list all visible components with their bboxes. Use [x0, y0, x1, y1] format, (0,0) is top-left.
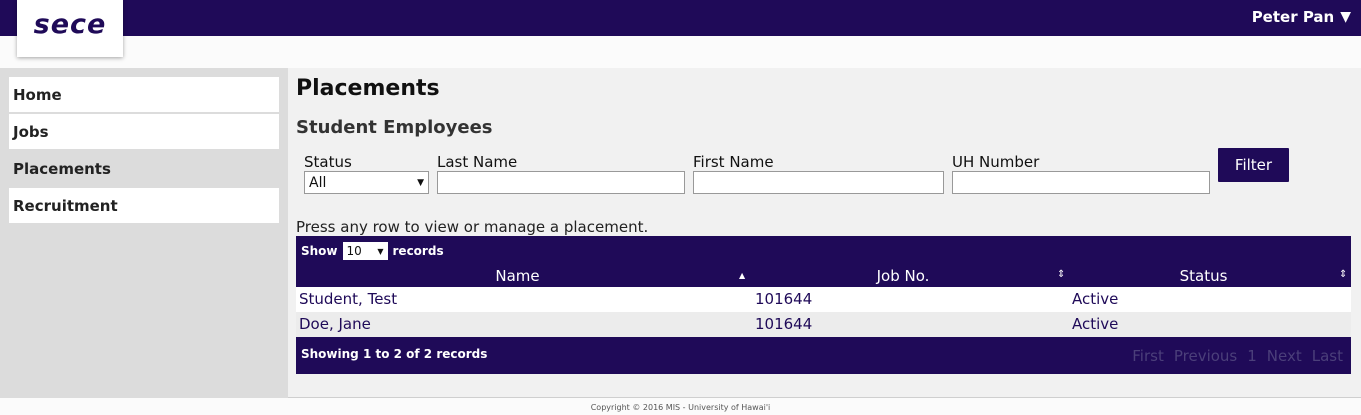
- section-title: Student Employees: [296, 117, 493, 138]
- sort-both-icon[interactable]: ⇕: [1057, 269, 1065, 280]
- top-bar: Peter Pan ▼: [0, 0, 1361, 36]
- sidebar-item-home[interactable]: Home: [9, 77, 279, 112]
- pager-previous[interactable]: Previous: [1174, 347, 1237, 365]
- chevron-down-icon: ▼: [1340, 9, 1351, 25]
- column-header-name[interactable]: Name: [296, 267, 739, 287]
- chevron-down-icon: ▼: [377, 246, 384, 256]
- logo[interactable]: sece: [17, 0, 123, 57]
- pagination: First Previous 1 Next Last: [1132, 347, 1343, 365]
- sidebar: Home Jobs Placements Recruitment: [0, 68, 288, 398]
- content-area: Home Jobs Placements Recruitment Placeme…: [0, 68, 1361, 398]
- logo-text: sece: [33, 9, 107, 40]
- sidebar-item-label: Recruitment: [13, 196, 118, 215]
- table-row[interactable]: Doe, Jane 101644 Active: [296, 312, 1351, 337]
- sort-both-icon[interactable]: ⇕: [1339, 269, 1347, 280]
- cell-name: Student, Test: [299, 290, 398, 308]
- page-length-control: Show 10 ▼ records: [301, 242, 444, 260]
- first-name-input[interactable]: [693, 171, 944, 194]
- uh-number-label: UH Number: [952, 153, 1040, 171]
- table-hint: Press any row to view or manage a placem…: [296, 218, 649, 236]
- last-name-input[interactable]: [437, 171, 685, 194]
- page-length-value: 10: [346, 244, 362, 258]
- sort-ascending-icon[interactable]: ▲: [739, 271, 745, 280]
- user-menu[interactable]: Peter Pan ▼: [1252, 8, 1351, 26]
- cell-job-no: 101644: [755, 290, 813, 308]
- column-header-job-no[interactable]: Job No.: [747, 267, 1059, 287]
- filter-button[interactable]: Filter: [1218, 148, 1289, 182]
- pager-page[interactable]: 1: [1247, 347, 1257, 365]
- column-header-status[interactable]: Status: [1066, 267, 1341, 287]
- show-label: Show: [301, 244, 338, 258]
- last-name-label: Last Name: [437, 153, 518, 171]
- table-footer: Showing 1 to 2 of 2 records First Previo…: [296, 337, 1351, 374]
- cell-status: Active: [1072, 315, 1119, 333]
- chevron-down-icon: ▼: [417, 177, 424, 188]
- page-length-select[interactable]: 10 ▼: [342, 242, 388, 260]
- sidebar-item-label: Placements: [13, 159, 111, 178]
- placements-table: Show 10 ▼ records Name ▲ Job No. ⇕ Statu…: [296, 236, 1351, 374]
- pager-first[interactable]: First: [1132, 347, 1164, 365]
- user-name: Peter Pan: [1251, 8, 1335, 26]
- cell-name: Doe, Jane: [299, 315, 371, 333]
- table-info: Showing 1 to 2 of 2 records: [301, 347, 488, 361]
- table-row[interactable]: Student, Test 101644 Active: [296, 287, 1351, 312]
- cell-job-no: 101644: [755, 315, 813, 333]
- status-select[interactable]: All ▼: [304, 171, 429, 194]
- copyright-text: Copyright © 2016 MIS - University of Haw…: [590, 403, 771, 412]
- pager-last[interactable]: Last: [1312, 347, 1343, 365]
- sidebar-item-recruitment[interactable]: Recruitment: [9, 188, 279, 223]
- status-select-value: All: [309, 174, 327, 191]
- page-title: Placements: [296, 76, 440, 101]
- sidebar-item-jobs[interactable]: Jobs: [9, 114, 279, 149]
- sidebar-item-placements[interactable]: Placements: [9, 151, 288, 186]
- pager-next[interactable]: Next: [1267, 347, 1302, 365]
- main-panel: Placements Student Employees Status All …: [296, 68, 1352, 398]
- uh-number-input[interactable]: [952, 171, 1210, 194]
- records-label: records: [392, 244, 444, 258]
- table-header: Show 10 ▼ records Name ▲ Job No. ⇕ Statu…: [296, 236, 1351, 287]
- sidebar-item-label: Home: [13, 85, 62, 104]
- first-name-label: First Name: [693, 153, 774, 171]
- status-filter-label: Status: [304, 153, 352, 171]
- sidebar-item-label: Jobs: [13, 122, 49, 141]
- cell-status: Active: [1072, 290, 1119, 308]
